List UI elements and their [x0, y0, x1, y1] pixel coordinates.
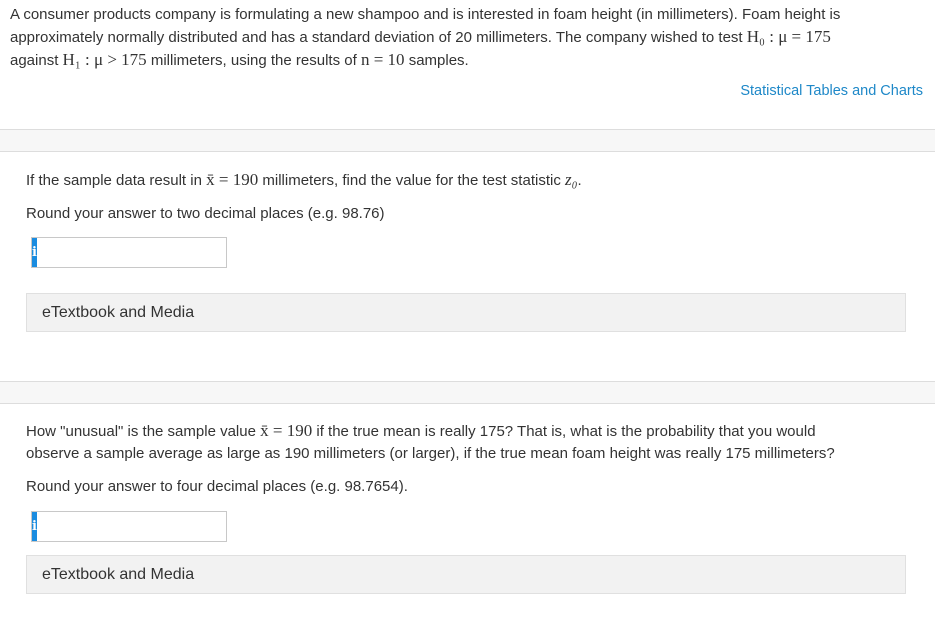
q2-sample-mean: x̄ = 190 — [260, 421, 313, 440]
section-divider — [0, 381, 935, 404]
q2-text-line2: observe a sample average as large as 190… — [26, 445, 835, 462]
statistical-tables-link[interactable]: Statistical Tables and Charts — [740, 83, 923, 99]
q2-answer-box: i — [31, 511, 230, 542]
problem-statement: A consumer products company is formulati… — [10, 4, 910, 72]
q2-text-b: if the true mean is really 175? That is,… — [312, 423, 816, 440]
q1-sample-mean: x̄ = 190 — [206, 170, 259, 189]
q1-text-a: If the sample data result in — [26, 172, 207, 189]
intro-line2: approximately normally distributed and h… — [10, 29, 747, 46]
intro-line3-c: samples. — [404, 52, 469, 69]
intro-line1: A consumer products company is formulati… — [10, 6, 841, 23]
alt-hypothesis: H₁ : μ > 175 — [62, 50, 147, 69]
q1-etextbook-button[interactable]: eTextbook and Media — [26, 293, 906, 332]
null-hypothesis: H₀ : μ = 175 — [746, 27, 831, 46]
section-divider — [0, 129, 935, 152]
q1-answer-box: i — [31, 237, 230, 268]
intro-line3-a: against — [10, 52, 63, 69]
question-1-text: If the sample data result in x̄ = 190 mi… — [26, 169, 906, 192]
q2-answer-input[interactable] — [36, 512, 230, 541]
q1-answer-input[interactable] — [36, 238, 230, 267]
q1-text-b: millimeters, find the value for the test… — [258, 172, 565, 189]
q1-rounding-instruction: Round your answer to two decimal places … — [26, 205, 385, 222]
q2-text-a: How "unusual" is the sample value — [26, 423, 261, 440]
q2-rounding-instruction: Round your answer to four decimal places… — [26, 478, 408, 495]
q1-text-c: . — [577, 172, 582, 189]
q1-test-statistic: z₀ — [565, 170, 578, 189]
intro-line3-b: millimeters, using the results of — [146, 52, 361, 69]
sample-size: n = 10 — [360, 50, 405, 69]
question-2-text: How "unusual" is the sample value x̄ = 1… — [26, 420, 906, 465]
q2-etextbook-button[interactable]: eTextbook and Media — [26, 555, 906, 594]
